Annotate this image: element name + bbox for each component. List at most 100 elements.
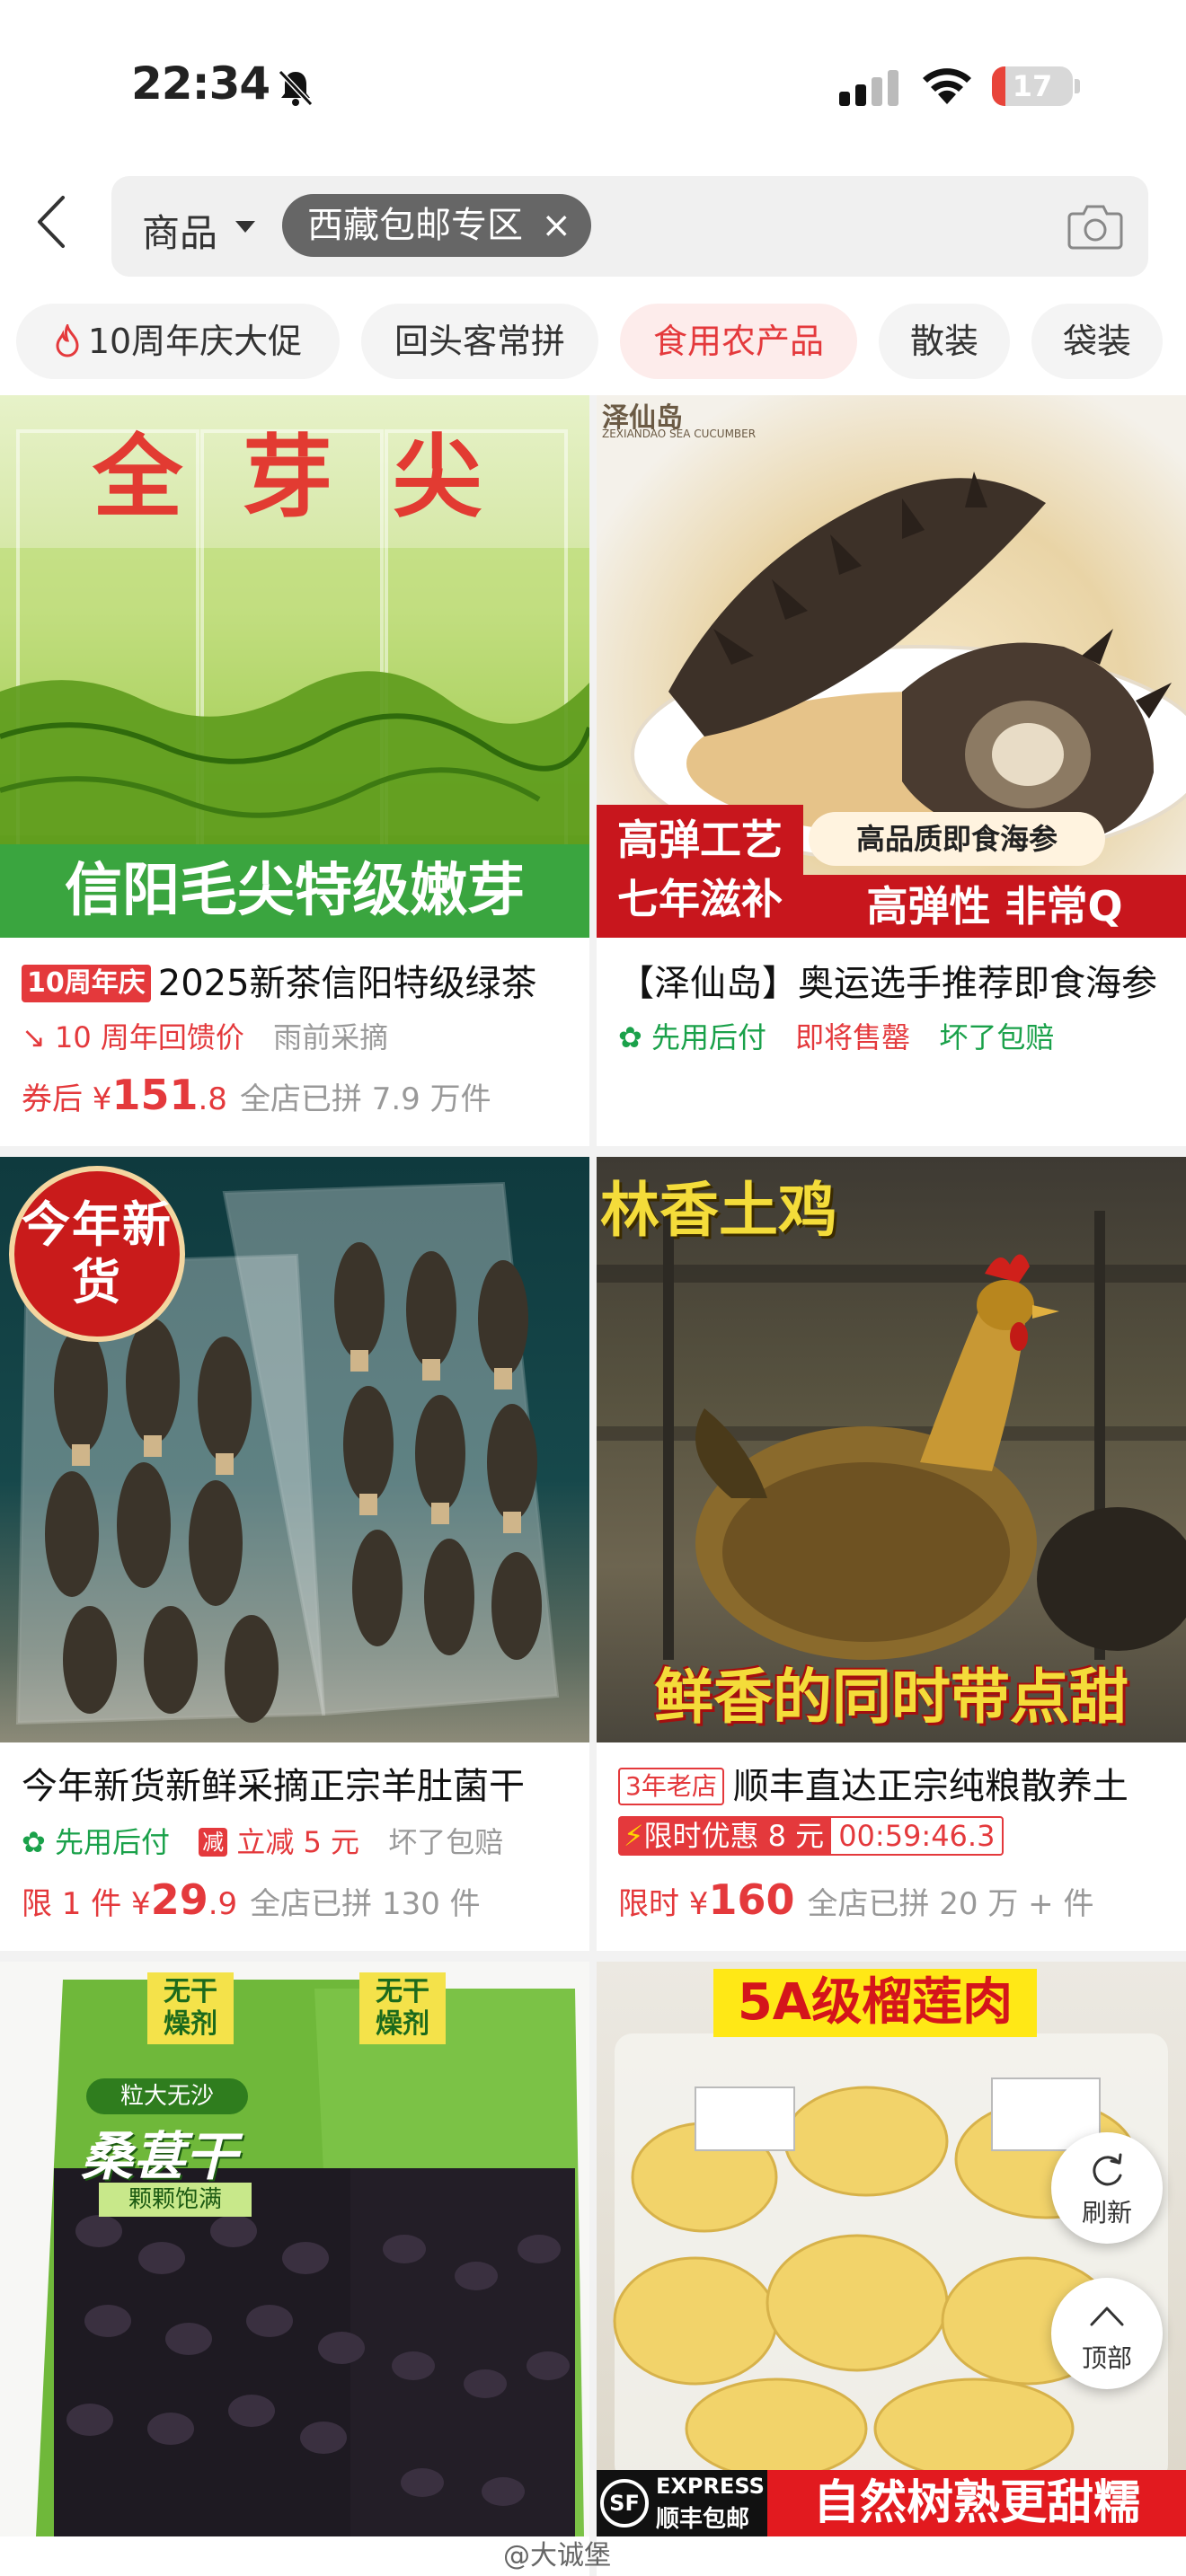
product-card[interactable]: 无干燥剂 无干燥剂 粒大无沙 桑葚干 颗颗饱满 — [0, 1962, 589, 2576]
product-card[interactable]: 林香土鸡 鲜香的同时带点甜 3年老店 顺丰直达正宗纯粮散养土 ⚡限时优惠 8 元0… — [597, 1157, 1186, 1951]
product-price: 限时 ¥160 全店已拼 20 万 + 件 — [618, 1875, 1093, 1924]
search-chip-label: 西藏包邮专区 — [307, 205, 523, 246]
image-label-craft: 高弹工艺 七年滋补 — [597, 805, 803, 938]
wifi-icon — [923, 68, 971, 104]
image-brand-en: ZEXIANDAO SEA CUCUMBER — [602, 428, 757, 440]
refresh-button[interactable]: 刷新 — [1051, 2132, 1163, 2244]
product-image[interactable]: 无干燥剂 无干燥剂 粒大无沙 桑葚干 颗颗饱满 — [0, 1962, 589, 2536]
back-arrow-icon[interactable] — [32, 194, 72, 250]
tag-refund: 坏了包赔 — [388, 1825, 504, 1859]
image-slogan: 鲜香的同时带点甜 — [654, 1663, 1128, 1732]
product-card[interactable]: 今年新货 今年新货新鲜采摘正宗羊肚菌干 ✿ 先用后付 减 立减 5 元 坏了包赔… — [0, 1157, 589, 1951]
product-image[interactable]: 全 芽 尖 信阳毛尖特级嫩芽 — [0, 395, 589, 938]
product-title[interactable]: 今年新货新鲜采摘正宗羊肚菌干 — [22, 1757, 579, 1809]
product-card[interactable]: 全 芽 尖 信阳毛尖特级嫩芽 10周年庆 2025新茶信阳特级绿茶 ↘ 10 周年… — [0, 395, 589, 1146]
product-image[interactable]: 林香土鸡 鲜香的同时带点甜 — [597, 1157, 1186, 1742]
product-card[interactable]: 泽仙岛 ZEXIANDAO SEA CUCUMBER 高弹工艺 七年滋补 高品质… — [597, 395, 1186, 1146]
price-prefix: 限时 ¥ — [618, 1886, 709, 1922]
tag-selling-out: 即将售罄 — [795, 1020, 911, 1054]
filter-chip-anniversary[interactable]: 10周年庆大促 — [16, 304, 340, 379]
filter-chip-label: 散装 — [909, 322, 978, 361]
back-to-top-label: 顶部 — [1081, 2343, 1132, 2373]
image-headline: 5A级榴莲肉 — [713, 1969, 1037, 2037]
back-to-top-button[interactable]: 顶部 — [1051, 2278, 1163, 2389]
close-icon[interactable]: × — [541, 194, 571, 257]
tag-refund: 坏了包赔 — [939, 1020, 1055, 1054]
pay-later-icon: ✿ — [22, 1825, 46, 1859]
bell-muted-icon — [278, 69, 314, 107]
image-label-quality: 高品质即食海参 — [809, 812, 1105, 866]
search-query-chip[interactable]: 西藏包邮专区 × — [282, 194, 591, 257]
refresh-label: 刷新 — [1081, 2198, 1132, 2228]
tag-anniversary-price: 10 周年回馈价 — [54, 1020, 244, 1054]
chevron-up-icon — [1090, 2307, 1124, 2326]
image-label-elastic: 高弹性 非常Q — [803, 875, 1186, 938]
countdown-timer: 00:59:46.3 — [838, 1819, 996, 1853]
filter-chip-bagged[interactable]: 袋装 — [1031, 304, 1163, 379]
mulberry-bag-illustration — [36, 1980, 584, 2536]
image-label-text: 高弹工艺 — [617, 816, 783, 864]
price-integer: 151 — [111, 1071, 199, 1119]
filter-chip-repeat-buyers[interactable]: 回头客常拼 — [361, 304, 598, 379]
product-image[interactable]: 泽仙岛 ZEXIANDAO SEA CUCUMBER 高弹工艺 七年滋补 高品质… — [597, 395, 1186, 938]
search-scope-label[interactable]: 商品 — [142, 203, 217, 258]
tag-discount: 立减 5 元 — [236, 1825, 360, 1859]
watermark: @大诚堡 — [503, 2540, 611, 2572]
durian-illustration — [613, 2033, 1168, 2483]
cellular-signal-icon — [839, 70, 898, 106]
pay-later-icon: ✿ — [618, 1020, 642, 1054]
product-title[interactable]: 【泽仙岛】奥运选手推荐即食海参 — [618, 954, 1175, 1006]
battery-percent: 17 — [1012, 69, 1053, 103]
image-label: 无干燥剂 — [147, 1972, 234, 2044]
sf-express-text: EXPRESS — [656, 2474, 765, 2499]
product-image[interactable]: 今年新货 — [0, 1157, 589, 1742]
price-prefix: 限 1 件 ¥ — [22, 1886, 151, 1922]
sold-count: 全店已拼 7.9 万件 — [239, 1081, 491, 1117]
trend-down-icon: ↘ — [22, 1020, 46, 1054]
battery-cap — [1075, 79, 1080, 93]
price-decimal: .8 — [198, 1081, 227, 1117]
product-title[interactable]: 3年老店 顺丰直达正宗纯粮散养土 — [618, 1757, 1175, 1809]
search-header: 商品 西藏包邮专区 × — [0, 153, 1186, 287]
camera-icon[interactable] — [1067, 203, 1123, 250]
filter-bar: 10周年庆大促 回头客常拼 食用农产品 散装 袋装 — [0, 287, 1186, 395]
refresh-icon — [1093, 2153, 1122, 2186]
tag-harvest: 雨前采摘 — [273, 1020, 389, 1054]
caret-down-icon[interactable] — [235, 221, 255, 233]
sf-logo-icon: SF — [600, 2479, 649, 2527]
filter-chip-label: 食用农产品 — [652, 322, 824, 361]
image-label: 无干燥剂 — [359, 1972, 446, 2044]
filter-chip-bulk[interactable]: 散装 — [879, 304, 1010, 379]
product-price: 券后 ¥151.8 全店已拼 7.9 万件 — [22, 1071, 491, 1119]
flash-deal-tag: ⚡限时优惠 8 元 00:59:46.3 — [618, 1816, 1005, 1856]
filter-chip-label: 10周年庆大促 — [87, 322, 303, 361]
product-tags: ✿ 先用后付 即将售罄 坏了包赔 — [618, 1015, 1054, 1056]
sold-count: 全店已拼 20 万 + 件 — [807, 1886, 1094, 1922]
search-input[interactable]: 商品 西藏包邮专区 × — [111, 176, 1148, 277]
product-card[interactable]: 5A级榴莲肉 SF EXPRESS 顺丰包邮 自然树熟更甜糯 — [597, 1962, 1186, 2576]
tag-pay-later: 先用后付 — [651, 1020, 766, 1054]
price-integer: 29 — [150, 1875, 208, 1924]
lightning-icon: ⚡ — [624, 1819, 644, 1853]
price-integer: 160 — [708, 1875, 795, 1924]
flash-deal-label: ⚡限时优惠 8 元 — [620, 1818, 832, 1854]
image-label: 颗颗饱满 — [99, 2183, 252, 2217]
product-price: 限 1 件 ¥29.9 全店已拼 130 件 — [22, 1875, 481, 1924]
product-image[interactable]: 5A级榴莲肉 SF EXPRESS 顺丰包邮 自然树熟更甜糯 — [597, 1962, 1186, 2536]
price-decimal: .9 — [208, 1886, 238, 1922]
image-headline: 林香土鸡 — [600, 1176, 837, 1245]
status-bar: 22:34 17 — [0, 0, 1186, 153]
image-label-text: 七年滋补 — [617, 875, 783, 923]
sold-count: 全店已拼 130 件 — [250, 1886, 481, 1922]
product-title[interactable]: 10周年庆 2025新茶信阳特级绿茶 — [22, 954, 579, 1006]
filter-chip-agri-products[interactable]: 食用农产品 — [620, 304, 857, 379]
shop-age-badge: 3年老店 — [618, 1768, 724, 1805]
promo-badge: 10周年庆 — [22, 965, 151, 1002]
discount-icon: 减 — [199, 1828, 228, 1857]
flash-deal-text: 限时优惠 8 元 — [643, 1819, 825, 1853]
image-banner: 信阳毛尖特级嫩芽 — [0, 844, 589, 938]
filter-chip-label: 回头客常拼 — [394, 322, 565, 361]
filter-chip-label: 袋装 — [1062, 322, 1131, 361]
product-tags: ⚡限时优惠 8 元 00:59:46.3 — [618, 1816, 1005, 1856]
product-tags: ↘ 10 周年回馈价 雨前采摘 — [22, 1015, 388, 1056]
